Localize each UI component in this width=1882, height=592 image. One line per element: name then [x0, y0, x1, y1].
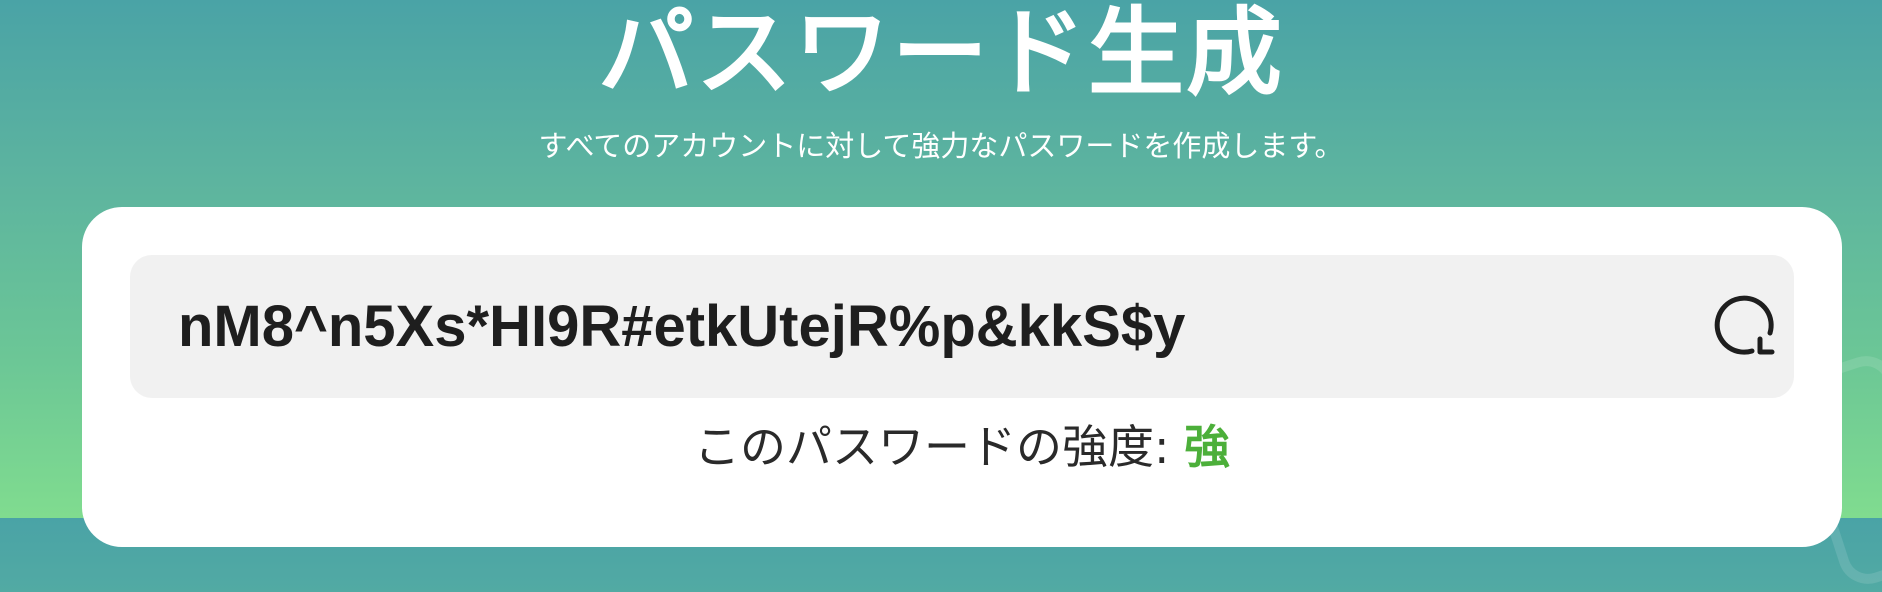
regenerate-button[interactable]	[1710, 293, 1780, 363]
generated-password[interactable]: nM8^n5Xs*HI9R#etkUtejR%p&kkS$y	[178, 255, 1185, 398]
strength-indicator: このパスワードの強度: 強	[82, 417, 1842, 477]
strength-value: 強	[1184, 420, 1231, 474]
refresh-icon	[1714, 295, 1775, 355]
page-title: パスワード生成	[598, 0, 1284, 109]
strength-label: このパスワードの強度:	[693, 420, 1185, 474]
generator-card: nM8^n5Xs*HI9R#etkUtejR%p&kkS$y このパスワードの強…	[82, 207, 1842, 547]
password-display[interactable]: nM8^n5Xs*HI9R#etkUtejR%p&kkS$y	[130, 255, 1794, 398]
page-subtitle: すべてのアカウントに対して強力なパスワードを作成します。	[538, 129, 1344, 163]
